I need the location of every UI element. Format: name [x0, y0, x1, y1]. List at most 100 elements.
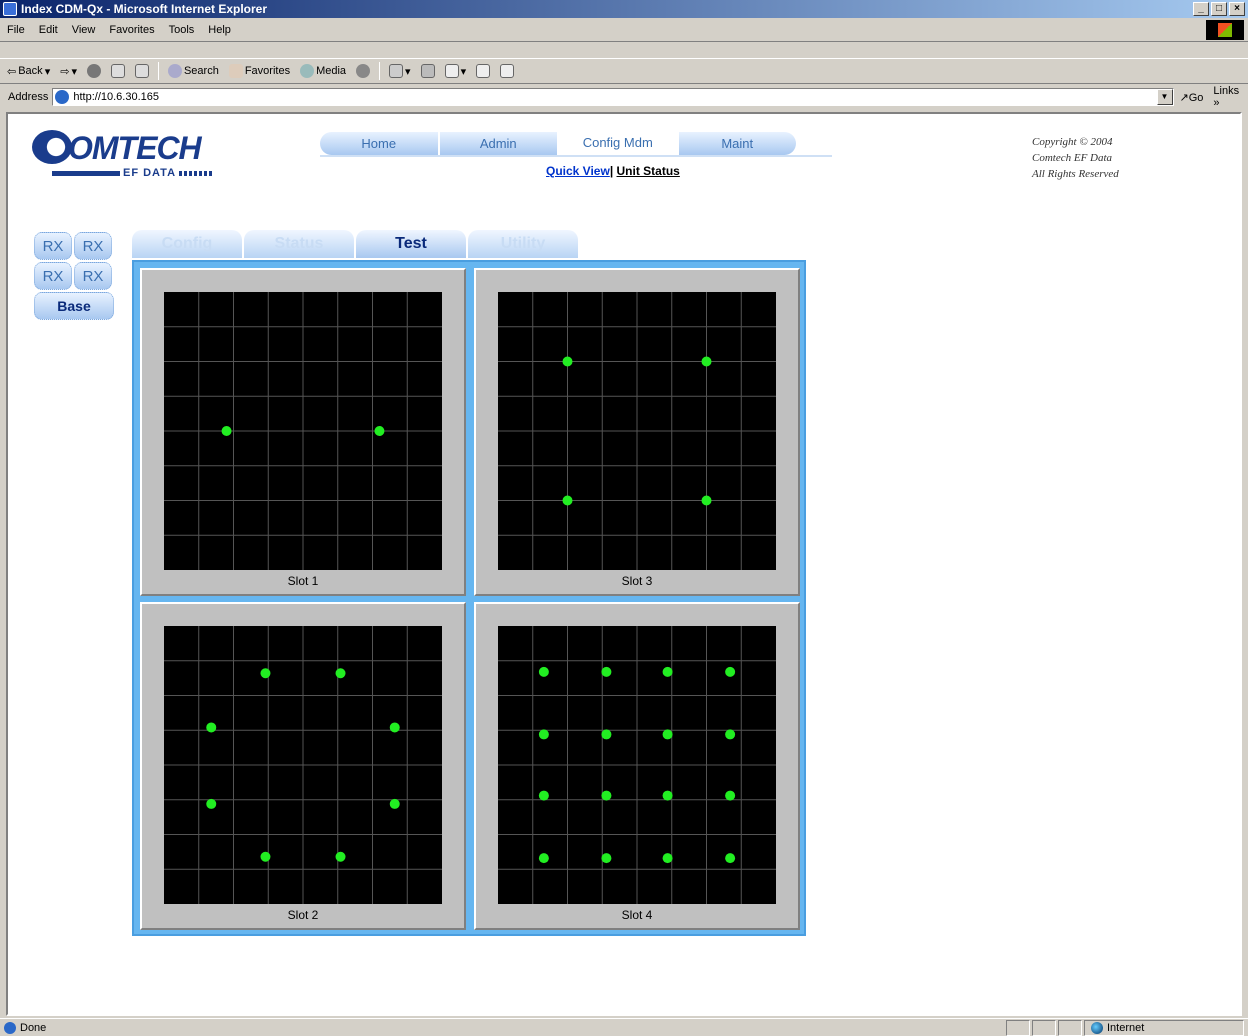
- nav-tab-home[interactable]: Home: [320, 132, 440, 155]
- toolbar-separator: [379, 62, 381, 80]
- constellation-point: [601, 666, 612, 677]
- subtab-status[interactable]: Status: [244, 230, 354, 258]
- constellation-point: [206, 798, 217, 809]
- main-nav: Home Admin Config Mdm Maint: [320, 132, 796, 155]
- back-button[interactable]: ⇦ Back ▾: [4, 65, 53, 78]
- constellation-point: [562, 495, 573, 506]
- refresh-button[interactable]: [108, 64, 128, 78]
- globe-icon: [32, 130, 72, 164]
- go-button[interactable]: ↗Go: [1180, 91, 1204, 104]
- constellation-point: [562, 356, 573, 367]
- edit-button[interactable]: ▾: [442, 64, 470, 78]
- quick-view-link[interactable]: Quick View: [546, 164, 610, 178]
- constellation-point: [335, 851, 346, 862]
- slot-label: Slot 1: [287, 574, 319, 588]
- rx-button-1[interactable]: RX: [34, 232, 72, 260]
- print-icon: [420, 64, 435, 78]
- constellation-point: [260, 668, 271, 679]
- title-bar: Index CDM-Qx - Microsoft Internet Explor…: [0, 0, 1248, 18]
- logo-brand: OMTECH: [68, 130, 202, 166]
- refresh-icon: [110, 64, 125, 78]
- menu-help[interactable]: Help: [201, 24, 238, 36]
- constellation-cell-slot-2: Slot 2: [140, 602, 466, 930]
- menu-view[interactable]: View: [65, 24, 103, 36]
- constellation-point: [601, 729, 612, 740]
- print-button[interactable]: [418, 64, 438, 78]
- subtab-config[interactable]: Config: [132, 230, 242, 258]
- subtab-utility[interactable]: Utility: [468, 230, 578, 258]
- unit-status-link[interactable]: Unit Status: [617, 164, 680, 178]
- slot-label: Slot 2: [287, 908, 319, 922]
- constellation-point: [374, 426, 385, 436]
- menu-favorites[interactable]: Favorites: [102, 24, 161, 36]
- history-icon: [356, 64, 371, 78]
- stop-button[interactable]: [84, 64, 104, 78]
- nav-tab-config-mdm[interactable]: Config Mdm: [559, 132, 679, 155]
- window-title: Index CDM-Qx - Microsoft Internet Explor…: [21, 2, 268, 16]
- rx-button-2[interactable]: RX: [74, 232, 112, 260]
- menu-file[interactable]: File: [0, 24, 32, 36]
- rx-button-4[interactable]: RX: [74, 262, 112, 290]
- minimize-button[interactable]: _: [1193, 2, 1209, 16]
- close-button[interactable]: ×: [1229, 2, 1245, 16]
- constellation-point: [725, 729, 736, 740]
- zone-indicator: Internet: [1084, 1019, 1244, 1036]
- base-button[interactable]: Base: [34, 292, 114, 320]
- favorites-button[interactable]: Favorites: [226, 64, 293, 78]
- menu-bar: File Edit View Favorites Tools Help: [0, 18, 1248, 42]
- sub-tabs: Config Status Test Utility: [132, 230, 578, 258]
- status-page-icon: [4, 1021, 16, 1034]
- toolbar: ⇦ Back ▾ ⇨ ▾ Search Favorites Media ▾ ▾: [0, 58, 1248, 84]
- constellation-panel: Slot 1 Slot 3 Slot 2 Slot 4: [132, 260, 806, 936]
- logo-sub: EF DATA: [123, 167, 177, 179]
- side-buttons: RX RX RX RX Base: [34, 232, 114, 320]
- home-icon: [134, 64, 149, 78]
- discuss-button[interactable]: [473, 64, 493, 78]
- back-arrow-icon: ⇦: [7, 65, 17, 78]
- rx-button-3[interactable]: RX: [34, 262, 72, 290]
- links-button[interactable]: Links »: [1213, 85, 1248, 109]
- search-button[interactable]: Search: [165, 64, 222, 78]
- go-arrow-icon: ↗: [1179, 91, 1189, 104]
- menu-tools[interactable]: Tools: [162, 24, 202, 36]
- constellation-plot: [498, 626, 776, 904]
- status-cell: [1006, 1019, 1030, 1036]
- status-cell: [1032, 1019, 1056, 1036]
- favorites-icon: [228, 64, 243, 78]
- menu-edit[interactable]: Edit: [32, 24, 65, 36]
- constellation-point: [221, 426, 232, 436]
- constellation-point: [725, 666, 736, 677]
- constellation-point: [260, 851, 271, 862]
- constellation-point: [206, 722, 217, 733]
- address-dropdown-icon[interactable]: ▼: [1156, 89, 1173, 105]
- mail-button[interactable]: ▾: [386, 64, 414, 78]
- home-button[interactable]: [132, 64, 152, 78]
- address-input[interactable]: http://10.6.30.165 ▼: [52, 88, 1174, 106]
- sub-links: Quick View| Unit Status: [546, 164, 680, 178]
- subtab-test[interactable]: Test: [356, 230, 466, 258]
- status-cell: [1058, 1019, 1082, 1036]
- constellation-point: [335, 668, 346, 679]
- nav-tab-admin[interactable]: Admin: [439, 132, 559, 155]
- constellation-cell-slot-4: Slot 4: [474, 602, 800, 930]
- comtech-logo: OMTECH EF DATA: [32, 130, 252, 180]
- media-button[interactable]: Media: [297, 64, 349, 78]
- page-icon: [55, 90, 70, 104]
- search-icon: [167, 64, 182, 78]
- ie-icon: [3, 2, 17, 16]
- address-bar: Address http://10.6.30.165 ▼ ↗Go Links »: [0, 85, 1248, 109]
- status-bar: Done Internet: [0, 1018, 1248, 1036]
- address-url: http://10.6.30.165: [73, 91, 159, 103]
- maximize-button[interactable]: □: [1211, 2, 1227, 16]
- forward-arrow-icon: ⇨: [60, 65, 70, 78]
- copyright-line-2: Comtech EF Data: [1032, 152, 1113, 164]
- copyright: Copyright © 2004 Comtech EF Data All Rig…: [1032, 134, 1119, 182]
- constellation-point: [701, 495, 712, 506]
- forward-button[interactable]: ⇨ ▾: [57, 65, 80, 78]
- nav-tab-maint[interactable]: Maint: [678, 132, 796, 155]
- word-icon: [444, 64, 459, 78]
- media-icon: [300, 64, 315, 78]
- messenger-button[interactable]: [497, 64, 517, 78]
- copyright-line-3: All Rights Reserved: [1032, 168, 1119, 180]
- history-button[interactable]: [353, 64, 373, 78]
